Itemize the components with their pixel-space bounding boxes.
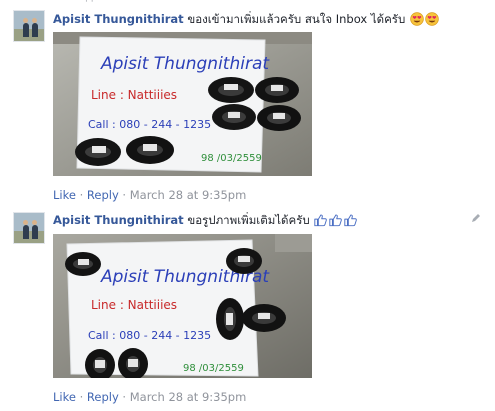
cable-coil bbox=[226, 248, 262, 274]
comment-actions: Like · Reply · March 28 at 9:35pm bbox=[53, 390, 246, 404]
comment-body: Apisit Thungnithirat ของเข้ามาเพิ่มแล้วค… bbox=[53, 11, 439, 27]
cable-coil bbox=[126, 136, 174, 164]
separator: · bbox=[122, 390, 127, 404]
thumbs-up-icon bbox=[329, 214, 343, 227]
photo-call-text: Call : 080 - 244 - 1235 bbox=[88, 329, 211, 342]
cable-coil bbox=[255, 77, 299, 103]
comment: Apisit Thungnithirat ขอรูปภาพเพิ่มเติมได… bbox=[0, 205, 495, 411]
separator: · bbox=[122, 188, 127, 202]
cable-coil bbox=[208, 77, 254, 103]
avatar[interactable] bbox=[13, 10, 45, 42]
cable-coil bbox=[242, 304, 286, 332]
cable-coil bbox=[212, 104, 256, 130]
edit-pencil-icon[interactable] bbox=[471, 213, 481, 223]
comment-actions: Like · Reply · March 28 at 9:35pm bbox=[53, 188, 246, 202]
separator: · bbox=[79, 390, 84, 404]
comment-photo[interactable]: Apisit Thungnithirat Line : Nattiiies Ca… bbox=[53, 32, 312, 176]
photo-call-text: Call : 080 - 244 - 1235 bbox=[88, 118, 211, 131]
heart-eyes-icon bbox=[410, 12, 424, 26]
cable-coil bbox=[75, 138, 121, 166]
reply-link[interactable]: Reply bbox=[87, 390, 119, 404]
heart-eyes-icon bbox=[425, 12, 439, 26]
thumbs-up-icon bbox=[344, 214, 358, 227]
timestamp-link[interactable]: March 28 at 9:35pm bbox=[130, 188, 247, 202]
avatar[interactable] bbox=[13, 212, 45, 244]
cable-coil bbox=[65, 252, 101, 276]
author-link[interactable]: Apisit Thungnithirat bbox=[53, 213, 184, 227]
cable-coil bbox=[216, 298, 244, 340]
like-link[interactable]: Like bbox=[53, 188, 76, 202]
separator: · bbox=[79, 188, 84, 202]
thumbs-up-icon bbox=[314, 214, 328, 227]
like-link[interactable]: Like bbox=[53, 390, 76, 404]
reply-link[interactable]: Reply bbox=[87, 188, 119, 202]
author-link[interactable]: Apisit Thungnithirat bbox=[53, 12, 184, 26]
comment-photo[interactable]: Apisit Thungnithirat Line : Nattiiies Ca… bbox=[53, 234, 312, 378]
photo-line-text: Line : Nattiiies bbox=[91, 298, 177, 312]
cable-coil bbox=[257, 105, 301, 131]
photo-date-text: 98 /03/2559 bbox=[201, 153, 262, 164]
photo-image: Apisit Thungnithirat Line : Nattiiies Ca… bbox=[53, 32, 312, 176]
photo-image: Apisit Thungnithirat Line : Nattiiies Ca… bbox=[53, 234, 312, 378]
timestamp-link[interactable]: March 28 at 9:35pm bbox=[130, 390, 247, 404]
photo-line-text: Line : Nattiiies bbox=[91, 88, 177, 102]
comment-text: ของเข้ามาเพิ่มแล้วครับ สนใจ Inbox ได้ครั… bbox=[187, 12, 406, 26]
comment: Apisit Thungnithirat ของเข้ามาเพิ่มแล้วค… bbox=[0, 0, 495, 205]
comment-body: Apisit Thungnithirat ขอรูปภาพเพิ่มเติมได… bbox=[53, 212, 358, 228]
comment-text: ขอรูปภาพเพิ่มเติมได้ครับ bbox=[187, 213, 310, 227]
photo-date-text: 98 /03/2559 bbox=[183, 363, 244, 374]
photo-name-text: Apisit Thungnithirat bbox=[100, 54, 270, 74]
